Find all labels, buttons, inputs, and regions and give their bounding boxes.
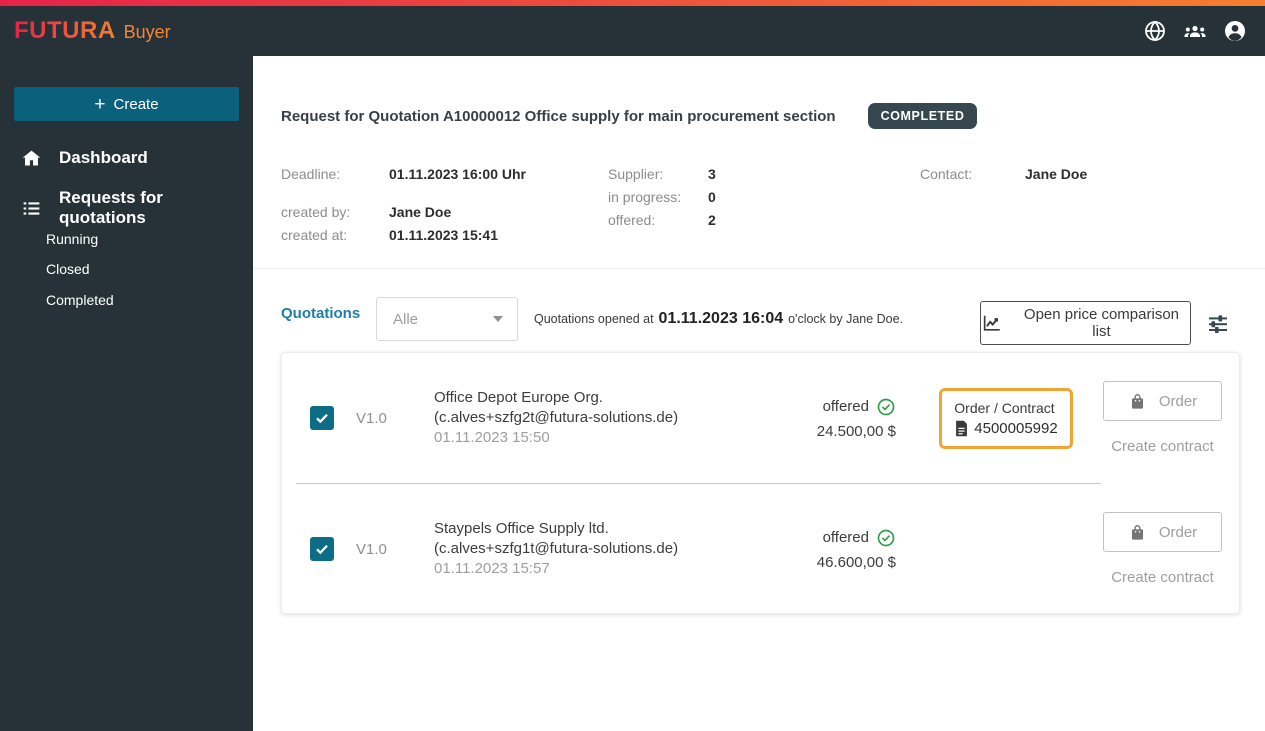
create-contract-link[interactable]: Create contract: [1111, 438, 1214, 455]
contact-value: Jane Doe: [1025, 166, 1088, 182]
sidebar-item-label: Requests for quotations: [59, 188, 163, 227]
deadline-label: Deadline:: [281, 166, 341, 182]
created-by-value: Jane Doe: [389, 204, 452, 220]
sidebar-item-dashboard[interactable]: Dashboard: [0, 145, 253, 171]
shopping-bag-icon: [1131, 393, 1143, 409]
quotation-row: V1.0 Staypels Office Supply ltd. (c.alve…: [282, 484, 1239, 614]
globe-icon[interactable]: [1143, 19, 1167, 43]
quotations-opened-text: Quotations opened at 01.11.2023 16:04 o'…: [534, 297, 903, 341]
section-divider: [253, 268, 1265, 269]
deadline-value: 01.11.2023 16:00 Uhr: [389, 166, 526, 182]
chevron-down-icon: [493, 316, 503, 322]
groups-icon[interactable]: [1183, 19, 1207, 43]
order-contract-box[interactable]: Order / Contract 4500005992: [939, 387, 1073, 449]
order-number: 4500005992: [974, 419, 1058, 437]
brand-suffix-label: Buyer: [123, 22, 171, 42]
sidebar: + Create Dashboard Requests for quotatio…: [0, 56, 253, 731]
row-checkbox[interactable]: [310, 536, 334, 561]
sidebar-item-label: Dashboard: [59, 148, 148, 167]
quotation-version: V1.0: [356, 540, 387, 558]
offered-count: 2: [708, 212, 716, 228]
status-badge: COMPLETED: [867, 103, 978, 129]
shopping-bag-icon: [1131, 524, 1143, 540]
offered-check-icon: [877, 398, 895, 415]
order-button-label: Order: [1158, 392, 1198, 410]
created-by-label: created by:: [281, 204, 351, 220]
order-button[interactable]: Order: [1103, 512, 1222, 552]
offer-status: offered: [822, 398, 869, 415]
offer-status: offered: [822, 529, 869, 546]
supplier-email: (c.alves+szfg1t@futura-solutions.de): [434, 540, 679, 557]
plus-icon: +: [94, 93, 106, 115]
list-icon: [23, 201, 40, 215]
quotation-row: V1.0 Office Depot Europe Org. (c.alves+s…: [282, 353, 1239, 483]
offer-amount: 46.600,00 $: [816, 553, 896, 571]
page-title: Request for Quotation A10000012 Office s…: [281, 107, 836, 125]
opened-datetime: 01.11.2023 16:04: [658, 310, 784, 327]
sidebar-item-running[interactable]: Running: [46, 231, 98, 247]
quotation-date: 01.11.2023 15:57: [434, 560, 550, 577]
offered-count-label: offered:: [608, 212, 656, 228]
supplier-name: Staypels Office Supply ltd.: [434, 520, 609, 537]
offer-amount: 24.500,00 $: [816, 422, 896, 440]
offered-check-icon: [877, 529, 895, 546]
sidebar-item-closed[interactable]: Closed: [46, 261, 90, 277]
open-price-comparison-button[interactable]: Open price comparison list: [980, 301, 1191, 345]
row-checkbox[interactable]: [310, 405, 334, 430]
created-at-value: 01.11.2023 15:41: [389, 227, 498, 243]
filter-settings-icon[interactable]: [1206, 312, 1230, 336]
quotations-card: V1.0 Office Depot Europe Org. (c.alves+s…: [281, 352, 1240, 614]
contact-label: Contact:: [920, 166, 973, 182]
create-button[interactable]: + Create: [14, 87, 239, 121]
order-button[interactable]: Order: [1103, 381, 1222, 421]
brand-logo: FUTURA: [14, 17, 116, 44]
create-button-label: Create: [113, 95, 159, 113]
home-icon: [22, 150, 41, 165]
app: FUTURA Buyer + Create Dashboard Requests…: [0, 0, 1265, 731]
compare-button-label: Open price comparison list: [1023, 306, 1179, 340]
create-contract-link[interactable]: Create contract: [1111, 569, 1214, 586]
in-progress-label: in progress:: [608, 189, 682, 205]
check-icon: [316, 413, 328, 423]
order-contract-label: Order / Contract: [954, 399, 1055, 416]
quotations-section-label: Quotations: [281, 305, 361, 322]
brand: FUTURA Buyer: [14, 17, 171, 45]
created-at-label: created at:: [281, 227, 348, 243]
title-row: Request for Quotation A10000012 Office s…: [281, 103, 1237, 129]
quotations-filter-select[interactable]: Alle: [376, 297, 518, 341]
sidebar-item-requests[interactable]: Requests for quotations: [0, 188, 253, 227]
quotation-version: V1.0: [356, 409, 387, 427]
filter-selected-value: Alle: [393, 310, 419, 328]
account-icon[interactable]: [1223, 19, 1247, 43]
check-icon: [316, 544, 328, 554]
app-header: FUTURA Buyer: [0, 6, 1265, 56]
main-content: Request for Quotation A10000012 Office s…: [253, 56, 1265, 731]
document-icon: [956, 420, 968, 436]
sidebar-item-completed[interactable]: Completed: [46, 292, 114, 308]
opened-prefix: Quotations opened at: [534, 312, 654, 326]
supplier-name: Office Depot Europe Org.: [434, 389, 603, 406]
supplier-count-label: Supplier:: [608, 166, 664, 182]
supplier-email: (c.alves+szfg2t@futura-solutions.de): [434, 409, 679, 426]
header-icons: [1143, 19, 1247, 43]
opened-suffix: o'clock by Jane Doe.: [788, 312, 904, 326]
in-progress-count: 0: [708, 189, 716, 205]
chart-line-icon: [983, 315, 1000, 331]
order-button-label: Order: [1158, 523, 1198, 541]
supplier-count: 3: [708, 166, 716, 182]
quotation-date: 01.11.2023 15:50: [434, 429, 550, 446]
